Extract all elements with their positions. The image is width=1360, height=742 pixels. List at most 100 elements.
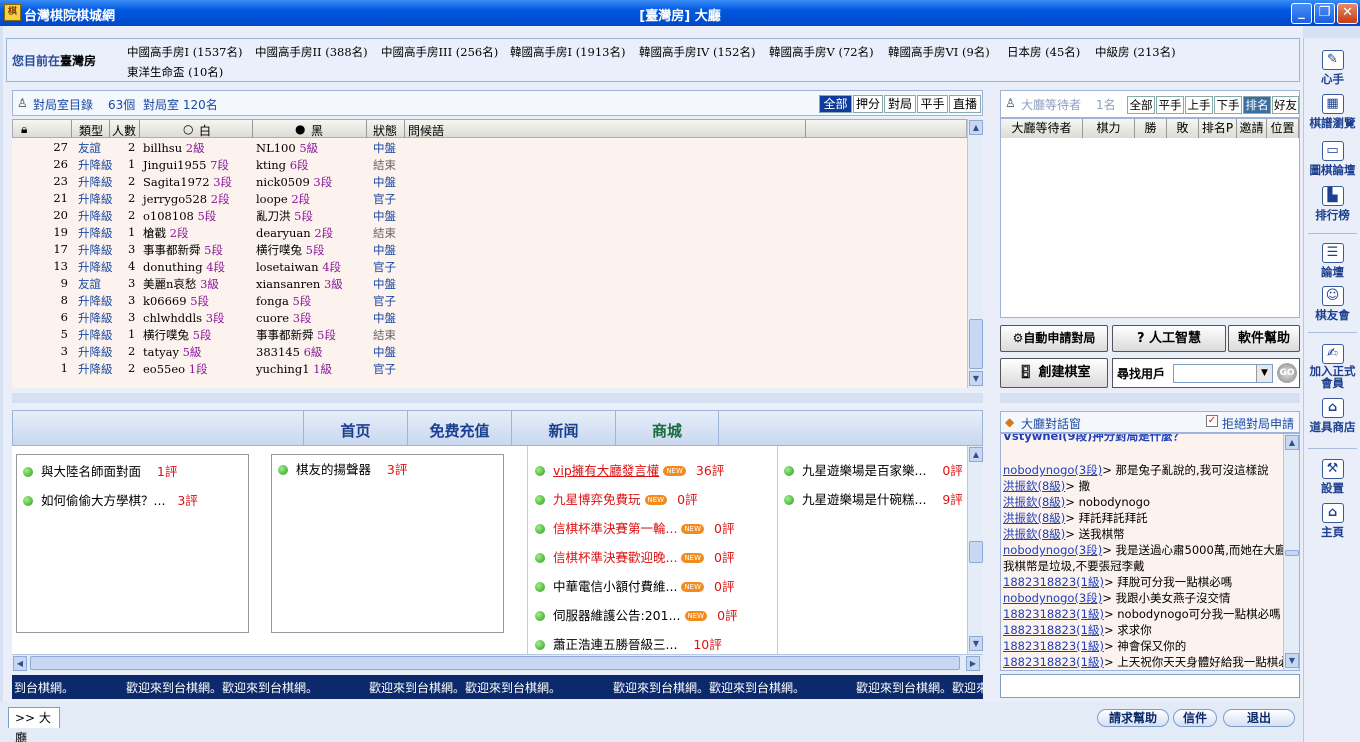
cell-white[interactable]: Sagita1972 3段	[143, 174, 232, 190]
news-title[interactable]: 中華電信小額付費維...	[553, 579, 677, 594]
news-item[interactable]: 棋友的揚聲器 3評	[278, 459, 407, 478]
maximize-button[interactable]: ❐	[1314, 3, 1335, 24]
waiting-filter-upper[interactable]: 上手	[1185, 96, 1213, 114]
cell-white[interactable]: k06669 5段	[143, 293, 209, 309]
sidebar-ranking[interactable]: ▙ 排行榜	[1304, 186, 1360, 223]
chat-scrollbar[interactable]: ▲ ▼	[1283, 434, 1299, 670]
exit-button[interactable]: 退出	[1223, 709, 1295, 727]
chat-user[interactable]: 洪振欽(8級)	[1003, 527, 1065, 541]
nav-shop[interactable]: 商城	[615, 411, 719, 445]
cell-black[interactable]: fonga 5段	[256, 293, 311, 309]
room-link[interactable]: 韓國高手房VI (9名)	[888, 44, 990, 60]
go-button[interactable]: GO	[1277, 363, 1297, 383]
col-wins[interactable]: 勝	[1135, 119, 1167, 138]
news-scrollbar[interactable]: ▲ ▼	[967, 446, 983, 654]
waiting-filter-friends[interactable]: 好友	[1272, 96, 1299, 114]
col-invite[interactable]: 邀請	[1237, 119, 1267, 138]
news-title[interactable]: 信棋杯準決賽歡迎晚...	[553, 550, 677, 565]
table-row[interactable]: 1 升降級 2 eo55eo 1段 yuching1 1級 官子	[12, 360, 967, 377]
ai-button[interactable]: ? 人工智慧	[1112, 325, 1226, 352]
news-title[interactable]: 如何偷偷大方學棋？...	[41, 493, 165, 508]
col-black[interactable]: 黑	[311, 122, 323, 139]
chat-user[interactable]: 1882318823(1級)	[1003, 623, 1104, 637]
close-button[interactable]: ✕	[1337, 3, 1358, 24]
game-list-scrollbar[interactable]: ▲ ▼	[967, 119, 983, 388]
news-title[interactable]: 九星遊樂場是百家樂...	[802, 463, 926, 478]
col-status[interactable]: 狀態	[373, 122, 397, 139]
news-item[interactable]: 與大陸名師面對面 1評	[23, 461, 177, 480]
cell-white[interactable]: 美麗n哀愁 3級	[143, 276, 219, 292]
room-link[interactable]: 中國高手房I (1537名)	[127, 44, 242, 60]
waiting-filter-rank[interactable]: 排名	[1243, 96, 1271, 114]
filter-bet[interactable]: 押分	[853, 95, 883, 113]
cell-white[interactable]: 槍戳 2段	[143, 225, 188, 241]
chat-user[interactable]: 1882318823(1級)	[1003, 655, 1104, 669]
software-help-button[interactable]: 軟件幫助	[1228, 325, 1300, 352]
nav-home[interactable]: 首页	[303, 411, 407, 445]
minimize-button[interactable]: _	[1291, 3, 1312, 24]
table-row[interactable]: 21 升降級 2 jerrygo528 2段 loope 2段 官子	[12, 190, 967, 207]
cell-white[interactable]: billhsu 2級	[143, 140, 205, 156]
news-title[interactable]: 九星遊樂場是什碗糕...	[802, 492, 926, 507]
table-row[interactable]: 17 升降級 3 事事都新舜 5段 横行噗兔 5段 中盤	[12, 241, 967, 258]
col-strength[interactable]: 棋力	[1083, 119, 1135, 138]
news-title[interactable]: 九星博弈免費玩	[553, 492, 641, 507]
table-row[interactable]: 27 友誼 2 billhsu 2級 NL100 5級 中盤	[12, 139, 967, 156]
table-row[interactable]: 19 升降級 1 槍戳 2段 dearyuan 2段 結束	[12, 224, 967, 241]
auto-apply-button[interactable]: ⚙自動申請對局	[1000, 325, 1108, 352]
col-waiter[interactable]: 大廳等待者	[1001, 119, 1083, 138]
sidebar-item-shop[interactable]: ⌂ 道具商店	[1304, 398, 1360, 435]
request-help-button[interactable]: 請求幫助	[1097, 709, 1169, 727]
chat-user[interactable]: nobodynogo(3段)	[1003, 543, 1102, 557]
col-position[interactable]: 位置	[1267, 119, 1299, 138]
cell-black[interactable]: 亂刀洪 5段	[256, 208, 313, 224]
room-link[interactable]: 東洋生命盃 (10名)	[127, 64, 223, 80]
news-item[interactable]: 蕭正浩連五勝晉級三... 10評	[535, 634, 722, 653]
cell-black[interactable]: losetaiwan 4段	[256, 259, 341, 275]
cell-black[interactable]: xiansanren 3級	[256, 276, 343, 292]
cell-black[interactable]: nick0509 3段	[256, 174, 332, 190]
col-losses[interactable]: 敗	[1167, 119, 1199, 138]
cell-white[interactable]: o108108 5段	[143, 208, 216, 224]
news-title[interactable]: vip擁有大廳發言權	[553, 463, 659, 478]
news-hscrollbar[interactable]: ◀ ▶	[12, 654, 983, 671]
news-title[interactable]: 伺服器維護公告:201...	[553, 608, 681, 623]
mail-button[interactable]: 信件	[1173, 709, 1217, 727]
cell-black[interactable]: 事事都新舜 5段	[256, 327, 336, 343]
cell-black[interactable]: 383145 6級	[256, 344, 322, 360]
cell-white[interactable]: Jingui1955 7段	[143, 157, 229, 173]
chat-user[interactable]: 洪振欽(8級)	[1003, 511, 1065, 525]
cell-black[interactable]: cuore 3段	[256, 310, 312, 326]
create-room-button[interactable]: 🚪︎ 創建棋室	[1000, 358, 1108, 388]
news-title[interactable]: 蕭正浩連五勝晉級三...	[553, 637, 677, 652]
sidebar-join-member[interactable]: ✍ 加入正式會員	[1304, 344, 1360, 389]
table-row[interactable]: 9 友誼 3 美麗n哀愁 3級 xiansanren 3級 中盤	[12, 275, 967, 292]
right-splitter[interactable]	[1000, 393, 1300, 403]
cell-white[interactable]: donuthing 4段	[143, 259, 225, 275]
waiting-filter-all[interactable]: 全部	[1127, 96, 1155, 114]
news-item[interactable]: 如何偷偷大方學棋？... 3評	[23, 490, 198, 509]
cell-black[interactable]: NL100 5級	[256, 140, 318, 156]
news-item[interactable]: 九星博弈免費玩 NEW 0評	[535, 489, 698, 508]
room-link[interactable]: 中國高手房III (256名)	[381, 44, 498, 60]
filter-game[interactable]: 對局	[884, 95, 916, 113]
panel-splitter[interactable]	[12, 393, 983, 403]
chat-input[interactable]	[1000, 674, 1300, 698]
table-row[interactable]: 8 升降級 3 k06669 5段 fonga 5段 官子	[12, 292, 967, 309]
table-row[interactable]: 13 升降級 4 donuthing 4段 losetaiwan 4段 官子	[12, 258, 967, 275]
table-row[interactable]: 26 升降級 1 Jingui1955 7段 kting 6段 結束	[12, 156, 967, 173]
news-item[interactable]: 九星遊樂場是什碗糕... 9評	[784, 489, 963, 508]
cell-white[interactable]: tatyay 5級	[143, 344, 201, 360]
cell-white[interactable]: 横行噗兔 5段	[143, 327, 211, 343]
sidebar-forum-board[interactable]: ▭ 圖棋論壇	[1304, 141, 1360, 178]
col-people[interactable]: 人數	[112, 122, 136, 139]
waiting-filter-lower[interactable]: 下手	[1214, 96, 1242, 114]
nav-recharge[interactable]: 免费充值	[407, 411, 511, 445]
table-row[interactable]: 5 升降級 1 横行噗兔 5段 事事都新舜 5段 結束	[12, 326, 967, 343]
news-title[interactable]: 與大陸名師面對面	[41, 464, 141, 479]
chat-user[interactable]: 洪振欽(8級)	[1003, 479, 1065, 493]
filter-all[interactable]: 全部	[819, 95, 852, 113]
col-white[interactable]: 白	[199, 122, 211, 139]
table-row[interactable]: 6 升降級 3 chlwhddls 3段 cuore 3段 中盤	[12, 309, 967, 326]
nav-news[interactable]: 新闻	[511, 411, 615, 445]
